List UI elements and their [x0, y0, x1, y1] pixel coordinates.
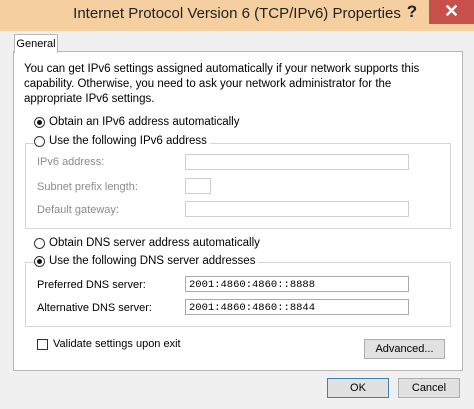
dns-manual-radio[interactable]: Use the following DNS server addresses — [34, 255, 259, 267]
tab-general[interactable]: General — [14, 34, 58, 53]
subnet-prefix-input[interactable] — [185, 178, 211, 194]
checkbox-indicator — [37, 338, 48, 350]
subnet-prefix-label: Subnet prefix length: — [37, 181, 138, 193]
title-bar: Internet Protocol Version 6 (TCP/IPv6) P… — [0, 0, 474, 31]
dns-auto-radio[interactable]: Obtain DNS server address automatically — [34, 237, 260, 249]
ok-button[interactable]: OK — [327, 378, 389, 398]
ip-manual-label: Use the following IPv6 address — [49, 135, 207, 147]
ip-auto-label: Obtain an IPv6 address automatically — [49, 116, 240, 128]
radio-indicator — [34, 237, 45, 249]
dns-manual-label: Use the following DNS server addresses — [49, 255, 256, 267]
alternative-dns-input[interactable]: 2001:4860:4860::8844 — [185, 299, 409, 315]
cancel-button[interactable]: Cancel — [398, 378, 460, 398]
alternative-dns-label: Alternative DNS server: — [37, 302, 152, 314]
help-button[interactable]: ? — [395, 0, 429, 24]
ipv6-address-label: IPv6 address: — [37, 156, 105, 168]
default-gateway-label: Default gateway: — [37, 204, 119, 216]
general-panel: You can get IPv6 settings assigned autom… — [13, 51, 463, 371]
ip-manual-radio[interactable]: Use the following IPv6 address — [34, 135, 210, 147]
validate-settings-checkbox[interactable]: Validate settings upon exit — [37, 338, 181, 350]
ipv6-address-input[interactable] — [185, 154, 409, 170]
radio-indicator — [34, 116, 45, 128]
radio-indicator — [34, 255, 45, 267]
dns-auto-label: Obtain DNS server address automatically — [49, 237, 260, 249]
default-gateway-input[interactable] — [185, 201, 409, 217]
validate-settings-label: Validate settings upon exit — [53, 338, 181, 350]
radio-indicator — [34, 135, 45, 147]
close-icon: ✕ — [443, 1, 460, 21]
ip-auto-radio[interactable]: Obtain an IPv6 address automatically — [34, 116, 240, 128]
dns-server-group — [25, 262, 451, 327]
close-button[interactable]: ✕ — [429, 0, 474, 24]
advanced-button[interactable]: Advanced... — [364, 339, 445, 359]
preferred-dns-label: Preferred DNS server: — [37, 279, 146, 291]
preferred-dns-input[interactable]: 2001:4860:4860::8888 — [185, 276, 409, 292]
intro-text: You can get IPv6 settings assigned autom… — [24, 63, 420, 105]
